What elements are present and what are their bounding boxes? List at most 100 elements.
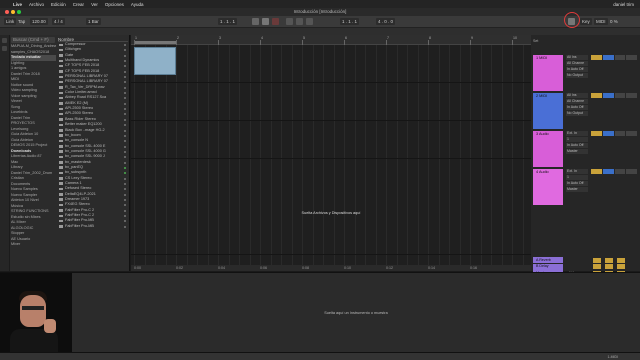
tempo-field[interactable]: 120.00	[30, 18, 48, 25]
io-chooser[interactable]: All Channe	[566, 99, 588, 104]
solo-button[interactable]	[602, 93, 614, 98]
track-lane-3[interactable]	[131, 121, 531, 159]
solo-button[interactable]	[602, 55, 614, 60]
return-switch[interactable]	[605, 264, 613, 269]
io-chooser[interactable]: Master	[566, 187, 588, 192]
io-chooser[interactable]: 1	[566, 175, 588, 180]
quantize-menu[interactable]: 1 Bar	[86, 18, 101, 25]
view-icon-2[interactable]	[2, 46, 7, 51]
arm-button[interactable]	[614, 169, 626, 174]
tap-button[interactable]: Tap	[16, 18, 27, 25]
close-window-button[interactable]	[5, 10, 9, 14]
track-color[interactable]: 4 Audio	[533, 169, 563, 205]
arm-button[interactable]	[626, 93, 637, 98]
track-header[interactable]: 2 MIDI All Ins All Channe In Auto Off No Out…	[533, 93, 638, 129]
midi-map-button[interactable]: MIDI	[594, 18, 608, 25]
beat-time-ruler[interactable]: 1234567891011	[131, 35, 559, 45]
arm-button[interactable]	[626, 55, 637, 60]
preview-dot-icon	[124, 70, 126, 73]
track-activator-button[interactable]	[591, 169, 602, 174]
return-color[interactable]: A Reverb	[533, 257, 563, 263]
io-chooser[interactable]: In Auto Off	[566, 105, 588, 110]
midi-clip[interactable]	[134, 47, 176, 75]
arm-button[interactable]	[614, 93, 626, 98]
track-lane-2[interactable]	[131, 83, 531, 121]
loop-icon[interactable]	[306, 18, 313, 25]
track-name[interactable]: 3 Audio	[536, 132, 549, 136]
menu-edicion[interactable]: Edición	[51, 2, 66, 7]
track-name[interactable]: 2 MIDI	[536, 94, 547, 98]
browser-file-item[interactable]: FabFilter Pro-MB	[58, 224, 128, 229]
track-name[interactable]: 1 MIDI	[536, 56, 547, 60]
io-chooser[interactable]: All Ins	[566, 93, 588, 98]
solo-button[interactable]	[602, 169, 614, 174]
io-chooser[interactable]: No Output	[566, 111, 588, 116]
io-chooser[interactable]: Master	[566, 149, 588, 154]
menu-opciones[interactable]: Opciones	[105, 2, 124, 7]
time-ruler[interactable]: 0:00 0:02 0:04 0:06 0:08 0:10 0:12 0:14 0:16	[131, 265, 531, 271]
loop-start-field[interactable]: 1 . 1 . 1	[340, 18, 360, 25]
track-header[interactable]: 4 Audio Ext. In 1 In Auto Off Master	[533, 169, 638, 205]
solo-button[interactable]	[602, 131, 614, 136]
arm-button[interactable]	[614, 55, 626, 60]
track-color[interactable]: 3 Audio	[533, 131, 563, 167]
io-chooser[interactable]: In Auto Off	[566, 143, 588, 148]
track-color[interactable]: 2 MIDI	[533, 93, 563, 129]
track-name[interactable]: 4 Audio	[536, 170, 549, 174]
record-icon[interactable]	[272, 18, 279, 25]
browser-place-item[interactable]: MAPUA-M_Dining_Andrew	[11, 44, 56, 50]
loop-length-field[interactable]: 4 . 0 . 0	[376, 18, 396, 25]
app-menu[interactable]: Live	[13, 2, 22, 7]
return-switch[interactable]	[593, 257, 601, 263]
menu-ayuda[interactable]: Ayuda	[131, 2, 144, 7]
track-activator-button[interactable]	[591, 93, 602, 98]
view-icon-1[interactable]	[2, 38, 7, 43]
track-color[interactable]: 1 MIDI	[533, 55, 563, 91]
arm-button[interactable]	[614, 131, 626, 136]
window-titlebar: Introducción [Introducción]	[0, 8, 640, 16]
return-switch[interactable]	[605, 257, 613, 263]
return-switch[interactable]	[593, 264, 601, 269]
minimize-window-button[interactable]	[11, 10, 15, 14]
key-map-button[interactable]: Key	[580, 18, 592, 25]
link-button[interactable]: Link	[4, 18, 17, 25]
io-chooser[interactable]: All Channe	[566, 61, 588, 66]
io-chooser[interactable]: Ext. In	[566, 169, 588, 174]
overdub-icon[interactable]	[286, 18, 293, 25]
return-switch[interactable]	[617, 257, 625, 263]
track-activator-button[interactable]	[591, 131, 602, 136]
io-chooser[interactable]: Ext. In	[566, 131, 588, 136]
track-lane-4[interactable]	[131, 159, 531, 255]
play-icon[interactable]	[252, 18, 259, 25]
menu-crear[interactable]: Crear	[73, 2, 84, 7]
preview-dot-icon	[124, 129, 126, 132]
browser-place-item[interactable]: Mixer	[11, 242, 56, 248]
return-switch[interactable]	[617, 264, 625, 269]
io-chooser[interactable]: In Auto Off	[566, 181, 588, 186]
time-signature-field[interactable]: 4 / 4	[52, 18, 65, 25]
arm-button[interactable]	[626, 169, 637, 174]
io-chooser[interactable]: All Ins	[566, 55, 588, 60]
automation-arm-icon[interactable]	[296, 18, 303, 25]
file-name: FabFilter Pro-C 2	[65, 207, 95, 212]
arm-button[interactable]	[626, 131, 637, 136]
stop-icon[interactable]	[262, 18, 269, 25]
io-chooser[interactable]: No Output	[566, 73, 588, 78]
track-lane-1[interactable]	[131, 45, 531, 83]
loop-brace[interactable]	[134, 41, 176, 44]
preview-dot-icon	[124, 177, 126, 180]
return-track-header[interactable]: A Reverb	[533, 257, 638, 263]
browser-search-input[interactable]: Buscar (Cmd + F)	[11, 37, 55, 43]
song-position-field[interactable]: 1 . 1 . 1	[218, 18, 238, 25]
io-chooser[interactable]: 1	[566, 137, 588, 142]
menu-archivo[interactable]: Archivo	[29, 2, 44, 7]
zoom-window-button[interactable]	[17, 10, 21, 14]
return-track-header[interactable]: B Delay	[533, 263, 638, 270]
track-header[interactable]: 3 Audio Ext. In 1 In Auto Off Master	[533, 131, 638, 167]
track-activator-button[interactable]	[591, 55, 602, 60]
track-header[interactable]: 1 MIDI All Ins All Channe In Auto Off No Out…	[533, 55, 638, 91]
menu-ver[interactable]: Ver	[91, 2, 98, 7]
io-chooser[interactable]: In Auto Off	[566, 67, 588, 72]
file-name: PERSONAL LIBRARY 07	[65, 79, 108, 84]
return-color[interactable]: B Delay	[533, 263, 563, 270]
